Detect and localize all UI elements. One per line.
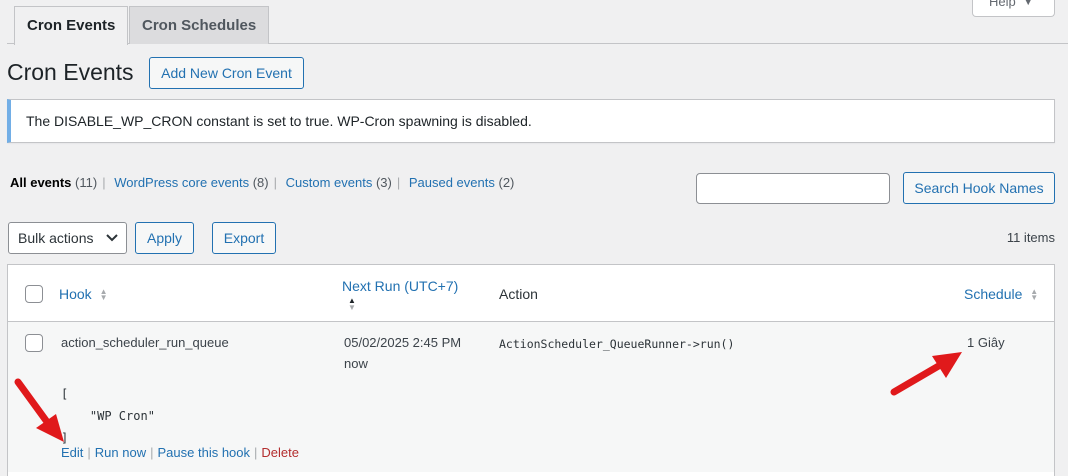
help-label: Help bbox=[989, 0, 1016, 9]
select-all-checkbox[interactable] bbox=[25, 285, 43, 303]
delete-link[interactable]: Delete bbox=[261, 445, 299, 460]
column-hook-label: Hook bbox=[59, 286, 92, 302]
export-button[interactable]: Export bbox=[212, 222, 276, 254]
schedule-value: 1 Giây bbox=[967, 335, 1005, 350]
filter-core-events[interactable]: WordPress core events bbox=[114, 175, 249, 190]
tab-cron-events[interactable]: Cron Events bbox=[14, 6, 129, 45]
bulk-actions-value: Bulk actions bbox=[18, 230, 94, 246]
args-value: "WP Cron" bbox=[61, 409, 155, 423]
table-header: Hook ▲ ▼ Next Run (UTC+7) ▲ ▼ Action Sched… bbox=[8, 265, 1054, 322]
row-checkbox[interactable] bbox=[25, 334, 43, 352]
row-actions: Edit | Run now | Pause this hook | Delete bbox=[61, 445, 299, 460]
filter-all-count: (11) bbox=[75, 175, 98, 190]
caret-down-icon: ▼ bbox=[1023, 0, 1033, 7]
help-button[interactable]: Help ▼ bbox=[972, 0, 1055, 17]
run-now-link[interactable]: Run now bbox=[95, 445, 146, 460]
hook-name: action_scheduler_run_queue bbox=[61, 335, 229, 350]
notice-message: The DISABLE_WP_CRON constant is set to t… bbox=[7, 99, 1055, 143]
page-title: Cron Events bbox=[7, 59, 134, 85]
args-open: [ bbox=[61, 387, 69, 401]
column-schedule[interactable]: Schedule ▲ ▼ bbox=[964, 286, 1038, 302]
chevron-down-icon bbox=[106, 223, 118, 265]
filter-paused-events[interactable]: Paused events bbox=[409, 175, 495, 190]
items-count: 11 items bbox=[1006, 230, 1055, 245]
action-callback: ActionScheduler_QueueRunner->run() bbox=[499, 337, 735, 351]
search-input[interactable] bbox=[696, 173, 890, 204]
tab-cron-schedules[interactable]: Cron Schedules bbox=[129, 6, 270, 44]
add-new-cron-event-button[interactable]: Add New Cron Event bbox=[149, 57, 304, 89]
column-hook[interactable]: Hook ▲ ▼ bbox=[59, 286, 108, 302]
cron-events-table: Hook ▲ ▼ Next Run (UTC+7) ▲ ▼ Action Sched… bbox=[7, 264, 1055, 476]
next-run-relative: now bbox=[344, 356, 368, 371]
column-schedule-label: Schedule bbox=[964, 286, 1023, 302]
apply-button[interactable]: Apply bbox=[135, 222, 194, 254]
column-action: Action bbox=[499, 286, 538, 302]
filter-custom-events[interactable]: Custom events bbox=[286, 175, 373, 190]
filter-core-count: (8) bbox=[252, 175, 269, 190]
column-next-run[interactable]: Next Run (UTC+7) ▲ ▼ bbox=[342, 278, 459, 312]
filter-custom-count: (3) bbox=[375, 175, 392, 190]
filter-links: All events (11) | WordPress core events (… bbox=[10, 175, 515, 190]
column-next-run-label: Next Run (UTC+7) bbox=[342, 278, 459, 294]
filter-all-events[interactable]: All events bbox=[10, 175, 71, 190]
edit-link[interactable]: Edit bbox=[61, 445, 83, 460]
filter-paused-count: (2) bbox=[498, 175, 515, 190]
pause-hook-link[interactable]: Pause this hook bbox=[158, 445, 251, 460]
sort-icon: ▲ ▼ bbox=[1030, 287, 1039, 302]
hook-arguments: [ "WP Cron"] bbox=[61, 383, 155, 449]
next-run-date: 05/02/2025 2:45 PM bbox=[344, 335, 462, 350]
bulk-actions-select[interactable]: Bulk actions bbox=[8, 222, 127, 254]
search-hook-names-button[interactable]: Search Hook Names bbox=[903, 172, 1055, 204]
sort-ascending-icon: ▲ ▼ bbox=[348, 296, 356, 312]
sort-icon: ▲ ▼ bbox=[99, 287, 108, 302]
